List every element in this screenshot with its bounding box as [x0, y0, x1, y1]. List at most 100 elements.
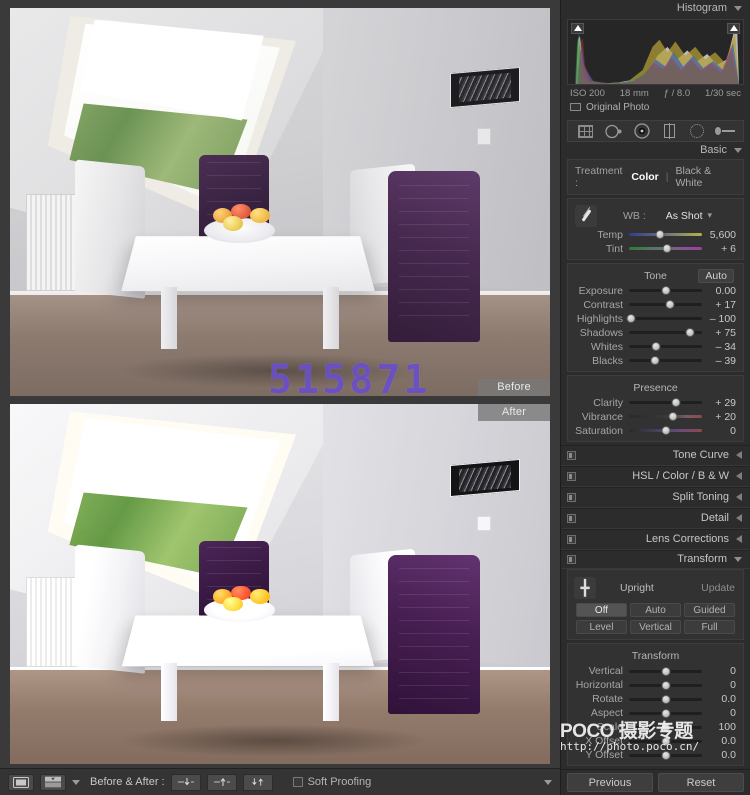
slider-temp[interactable]: Temp 5,600	[568, 228, 743, 242]
slider-tone-exposure-value[interactable]: 0.00	[702, 285, 736, 297]
panel-split-toning[interactable]: Split Toning	[561, 486, 750, 508]
slider-transform-rotate-value[interactable]: 0.0	[702, 693, 736, 705]
slider-tone-whites[interactable]: Whites – 34	[568, 340, 743, 354]
slider-tone-highlights[interactable]: Highlights – 100	[568, 312, 743, 326]
slider-presence-saturation-value[interactable]: 0	[702, 425, 736, 437]
loupe-view-icon[interactable]	[8, 773, 34, 791]
chevron-down-icon[interactable]	[734, 5, 742, 11]
slider-tone-exposure-track[interactable]	[629, 285, 702, 297]
slider-temp-knob[interactable]	[655, 230, 665, 240]
slider-transform-aspect[interactable]: Aspect 0	[568, 706, 743, 720]
slider-transform-y-offset-knob[interactable]	[661, 750, 670, 760]
slider-transform-vertical[interactable]: Vertical 0	[568, 664, 743, 678]
slider-tint-track[interactable]	[629, 243, 702, 255]
panel-switch-icon[interactable]	[567, 534, 576, 544]
slider-tone-highlights-track[interactable]	[626, 313, 702, 325]
slider-tone-whites-track[interactable]	[629, 341, 702, 353]
slider-tone-highlights-knob[interactable]	[626, 314, 636, 324]
swap-before-after-button[interactable]	[242, 773, 273, 791]
chevron-down-icon[interactable]	[734, 556, 742, 562]
copy-after-settings-button[interactable]	[206, 773, 237, 791]
upright-full-button[interactable]: Full	[684, 620, 735, 635]
treatment-option-color[interactable]: Color	[631, 171, 658, 183]
panel-detail[interactable]: Detail	[561, 507, 750, 529]
slider-transform-y-offset-track[interactable]	[629, 749, 702, 761]
slider-tone-shadows-knob[interactable]	[685, 328, 695, 338]
slider-transform-vertical-track[interactable]	[629, 665, 702, 677]
slider-transform-x-offset-track[interactable]	[629, 735, 702, 747]
wb-dropdown-icon[interactable]: ▾	[708, 210, 713, 221]
slider-presence-saturation-knob[interactable]	[661, 426, 670, 436]
chevron-left-icon[interactable]	[736, 451, 742, 460]
chevron-left-icon[interactable]	[736, 493, 742, 502]
slider-presence-clarity-knob[interactable]	[671, 398, 681, 408]
white-balance-eyedropper-icon[interactable]	[575, 204, 597, 227]
panel-switch-icon[interactable]	[567, 450, 576, 460]
spot-removal-icon[interactable]	[604, 123, 624, 139]
soft-proofing-control[interactable]: Soft Proofing	[292, 776, 371, 788]
slider-transform-scale-knob[interactable]	[661, 722, 670, 732]
slider-tone-blacks-knob[interactable]	[650, 356, 660, 366]
slider-tone-blacks-value[interactable]: – 39	[702, 355, 736, 367]
panel-switch-icon[interactable]	[567, 492, 576, 502]
upright-off-button[interactable]: Off	[576, 603, 627, 618]
highlight-clipping-icon[interactable]	[727, 22, 740, 34]
view-mode-dropdown-caret[interactable]	[72, 779, 80, 785]
chevron-left-icon[interactable]	[736, 472, 742, 481]
slider-transform-aspect-value[interactable]: 0	[702, 707, 736, 719]
slider-transform-horizontal-track[interactable]	[629, 679, 702, 691]
chevron-left-icon[interactable]	[736, 535, 742, 544]
slider-tint-knob[interactable]	[662, 244, 672, 254]
upright-update-button[interactable]: Update	[701, 582, 735, 594]
slider-transform-rotate-track[interactable]	[629, 693, 702, 705]
slider-tone-shadows-value[interactable]: + 75	[702, 327, 736, 339]
slider-tone-blacks[interactable]: Blacks – 39	[568, 354, 743, 368]
slider-transform-scale[interactable]: Scale 100	[568, 720, 743, 734]
slider-transform-horizontal-value[interactable]: 0	[702, 679, 736, 691]
slider-tone-contrast-value[interactable]: + 17	[702, 299, 736, 311]
before-after-split-icon[interactable]	[40, 773, 66, 791]
slider-presence-saturation-track[interactable]	[629, 425, 702, 437]
before-photo-pane[interactable]: Before	[0, 0, 560, 400]
slider-transform-x-offset-knob[interactable]	[661, 736, 670, 746]
upright-crosshair-icon[interactable]: ╋	[574, 577, 596, 600]
after-photo[interactable]: After	[10, 404, 550, 764]
tone-auto-button[interactable]: Auto	[698, 268, 734, 283]
graduated-filter-icon[interactable]	[659, 123, 679, 140]
panel-switch-icon[interactable]	[567, 513, 576, 523]
slider-transform-rotate[interactable]: Rotate 0.0	[568, 692, 743, 706]
chevron-down-icon[interactable]	[734, 147, 742, 153]
slider-transform-scale-value[interactable]: 100	[702, 721, 736, 733]
slider-transform-x-offset-value[interactable]: 0.0	[702, 735, 736, 747]
slider-presence-vibrance-knob[interactable]	[668, 412, 678, 422]
slider-transform-aspect-knob[interactable]	[661, 708, 670, 718]
upright-level-button[interactable]: Level	[576, 620, 627, 635]
slider-transform-x-offset[interactable]: X Offset 0.0	[568, 734, 743, 748]
before-photo[interactable]: Before	[10, 8, 550, 396]
transform-panel-header[interactable]: Transform	[561, 549, 750, 570]
slider-presence-clarity-value[interactable]: + 29	[702, 397, 736, 409]
slider-tone-contrast-knob[interactable]	[665, 300, 675, 310]
slider-tone-contrast[interactable]: Contrast + 17	[568, 298, 743, 312]
slider-transform-vertical-knob[interactable]	[661, 666, 670, 676]
reset-button[interactable]: Reset	[658, 773, 744, 793]
toolbar-options-caret[interactable]	[544, 779, 552, 785]
panel-tone-curve[interactable]: Tone Curve	[561, 444, 750, 466]
panel-hsl-color-b-w[interactable]: HSL / Color / B & W	[561, 465, 750, 487]
slider-tone-blacks-track[interactable]	[629, 355, 702, 367]
upright-auto-button[interactable]: Auto	[630, 603, 681, 618]
crop-overlay-icon[interactable]	[576, 123, 596, 139]
slider-transform-y-offset-value[interactable]: 0.0	[702, 749, 736, 761]
slider-transform-aspect-track[interactable]	[629, 707, 702, 719]
red-eye-correction-icon[interactable]	[632, 123, 652, 139]
soft-proofing-checkbox[interactable]	[292, 777, 303, 787]
radial-filter-icon[interactable]	[687, 123, 707, 139]
wb-preset-value[interactable]: As Shot	[666, 210, 703, 222]
slider-transform-rotate-knob[interactable]	[661, 694, 670, 704]
slider-tone-shadows-track[interactable]	[629, 327, 702, 339]
slider-tint[interactable]: Tint + 6	[568, 242, 743, 256]
after-photo-pane[interactable]: After	[0, 400, 560, 768]
original-photo-row[interactable]: Original Photo	[561, 100, 750, 117]
histogram-graph[interactable]	[567, 18, 744, 85]
slider-tone-contrast-track[interactable]	[629, 299, 702, 311]
